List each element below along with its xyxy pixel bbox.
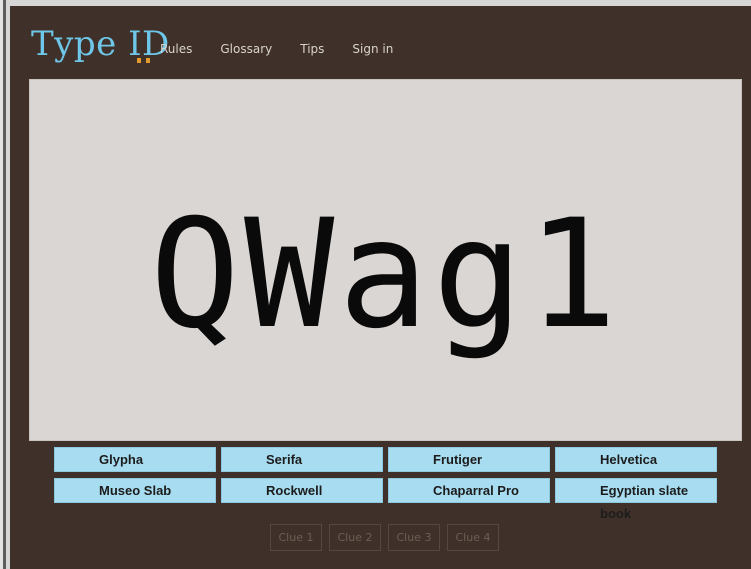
choice-chaparral-pro[interactable]: Chaparral Pro xyxy=(388,478,550,503)
clue-2-button[interactable]: Clue 2 xyxy=(329,524,381,551)
game-container: Type ID Rules Glossary Tips Sign in QWag… xyxy=(10,6,751,569)
nav-glossary[interactable]: Glossary xyxy=(220,42,272,56)
nav-sign-in[interactable]: Sign in xyxy=(352,42,393,56)
logo-text: Type I xyxy=(31,24,143,64)
font-choices: Glypha Serifa Frutiger Helvetica Museo S… xyxy=(54,447,719,521)
choice-museo-slab[interactable]: Museo Slab xyxy=(54,478,216,503)
logo-dot xyxy=(137,58,142,63)
typeid-logo[interactable]: Type ID xyxy=(31,19,170,69)
choice-helvetica[interactable]: Helvetica xyxy=(555,447,717,472)
clue-4-button[interactable]: Clue 4 xyxy=(447,524,499,551)
specimen-panel: QWag1 xyxy=(30,80,741,440)
choice-egyptian-slate-book[interactable]: Egyptian slate book xyxy=(555,478,717,521)
clue-3-button[interactable]: Clue 3 xyxy=(388,524,440,551)
choice-glypha[interactable]: Glypha xyxy=(54,447,216,472)
main-nav: Rules Glossary Tips Sign in xyxy=(160,42,421,56)
specimen-text: QWag1 xyxy=(149,188,622,362)
clue-1-button[interactable]: Clue 1 xyxy=(270,524,322,551)
choice-rockwell[interactable]: Rockwell xyxy=(221,478,383,503)
window-edge-shadow xyxy=(3,0,6,569)
nav-rules[interactable]: Rules xyxy=(160,42,192,56)
choice-serifa[interactable]: Serifa xyxy=(221,447,383,472)
choice-frutiger[interactable]: Frutiger xyxy=(388,447,550,472)
logo-dots xyxy=(137,58,170,64)
logo-dot xyxy=(146,58,151,63)
clue-buttons: Clue 1 Clue 2 Clue 3 Clue 4 xyxy=(270,524,506,551)
nav-tips[interactable]: Tips xyxy=(300,42,324,56)
